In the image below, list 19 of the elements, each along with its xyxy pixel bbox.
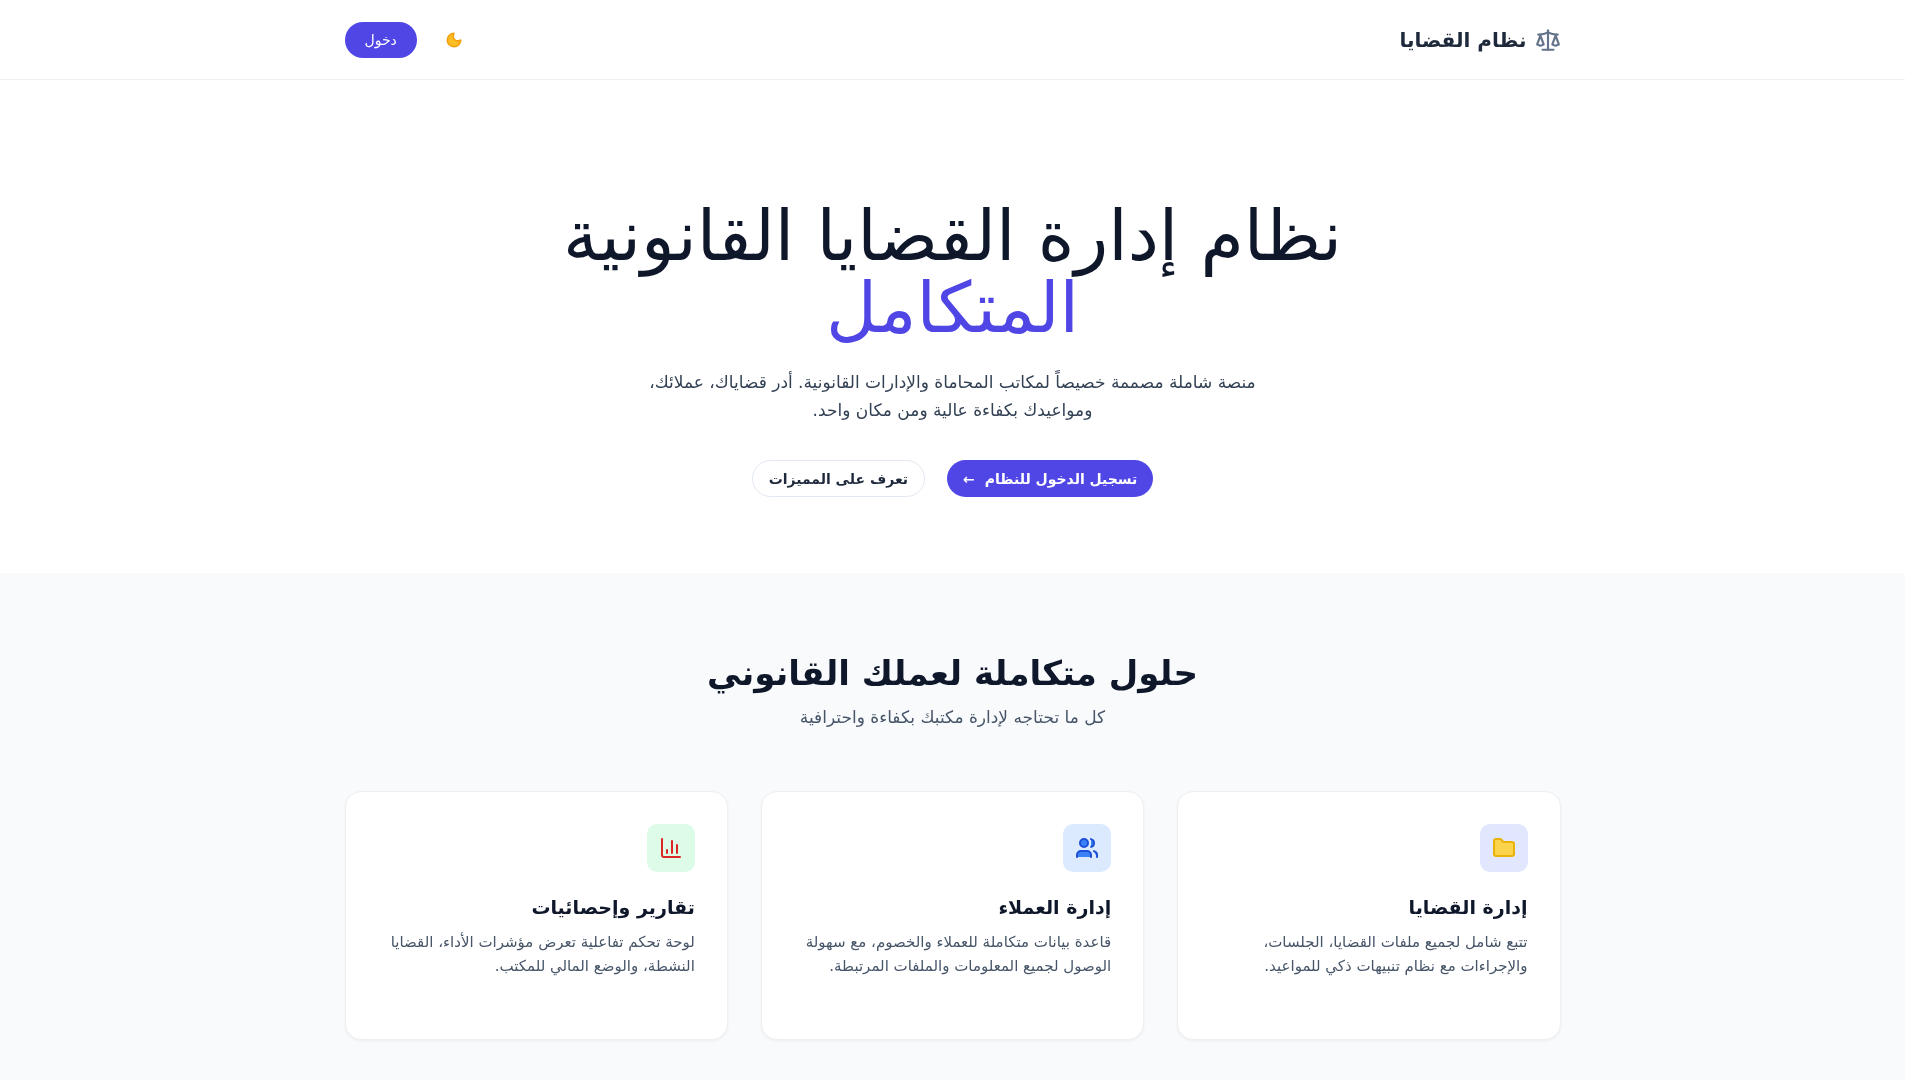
hero-title: نظام إدارة القضايا القانونية المتكامل: [562, 200, 1343, 344]
card-title: تقارير وإحصائيات: [530, 896, 695, 918]
section-title: حلول متكاملة لعملك القانوني: [707, 652, 1198, 695]
card-title: إدارة القضايا: [1407, 896, 1528, 918]
hero-description: منصة شاملة مصممة خصيصاً لمكاتب المحاماة والإدارات القانونية. أدر قضاياك، عملائك، ومواعيدك بكفاءة عالية ومن مكان واحد.: [648, 369, 1257, 422]
card-description: تتبع شامل لجميع ملفات القضايا، الجلسات، والإجراءات مع نظام تنبيهات ذكي للمواعيد.: [1262, 932, 1528, 978]
features-button[interactable]: تعرف على المميزات: [751, 460, 926, 497]
users-icon: [1075, 836, 1100, 860]
brand-name: نظام القضايا: [1399, 27, 1527, 52]
bar-chart-icon: [658, 836, 683, 860]
moon-icon: [444, 30, 463, 49]
scales-icon: [1534, 26, 1561, 53]
card-description: قاعدة بيانات متكاملة للعملاء والخصوم، مع سهولة الوصول لجميع المعلومات والملفات المرتبطة.: [804, 932, 1112, 977]
card-title: إدارة العملاء: [997, 896, 1112, 918]
system-login-button[interactable]: تسجيل الدخول للنظام ←: [947, 460, 1154, 497]
section-subtitle: كل ما تحتاجه لإدارة مكتبك بكفاءة واحترافية: [799, 707, 1106, 727]
login-button[interactable]: دخول: [344, 21, 417, 58]
card-description: لوحة تحكم تفاعلية تعرض مؤشرات الأداء، القضايا النشطة، والوضع المالي للمكتب.: [389, 931, 695, 978]
folder-icon: [1491, 836, 1516, 860]
